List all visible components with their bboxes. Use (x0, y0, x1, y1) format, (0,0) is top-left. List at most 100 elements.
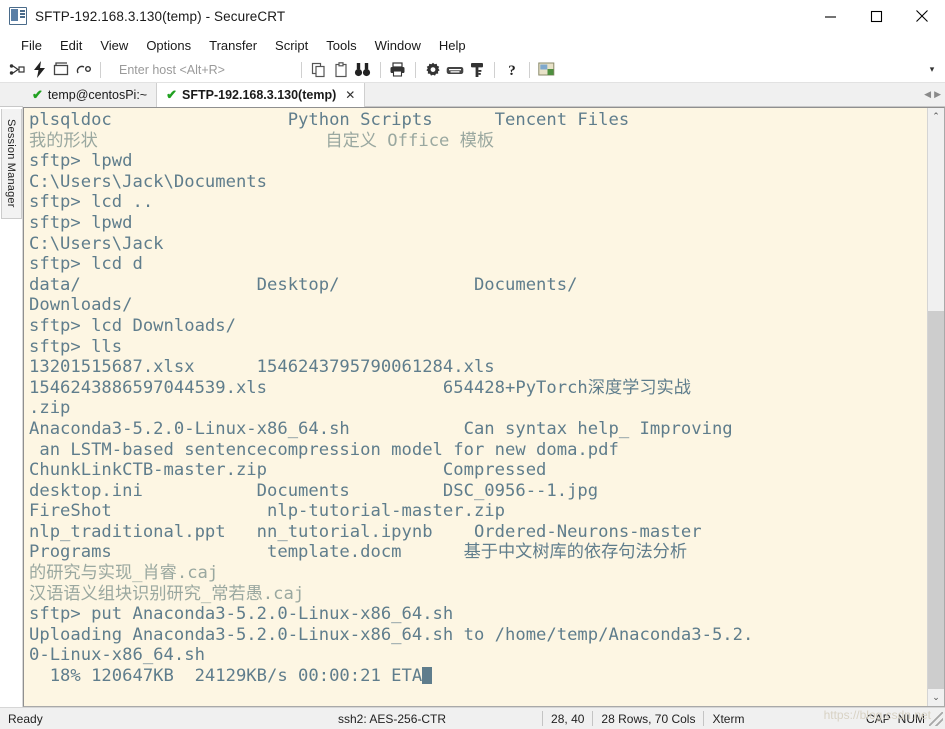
connect-in-tab-icon[interactable] (50, 59, 72, 81)
menu-options[interactable]: Options (137, 36, 200, 55)
securecrt-app-icon (9, 7, 27, 25)
terminal-line: 汉语语义组块识别研究_常若愚.caj (29, 583, 305, 604)
terminal-line: plsqldoc Python Scripts Tencent Files (29, 110, 630, 130)
menu-file[interactable]: File (12, 36, 51, 55)
reconnect-icon[interactable] (72, 59, 94, 81)
tab-next-icon[interactable]: ▶ (934, 89, 941, 100)
scrollbar-thumb[interactable] (928, 311, 944, 689)
scroll-down-icon[interactable]: ⌄ (928, 689, 944, 706)
terminal-line: C:\Users\Jack (29, 233, 164, 254)
terminal-line: 13201515687.xlsx 1546243795790061284.xls (29, 357, 495, 378)
window-title: SFTP-192.168.3.130(temp) - SecureCRT (35, 8, 286, 24)
terminal-line: ChunkLinkCTB-master.zip Compressed (29, 460, 547, 481)
tab-close-icon[interactable]: ✕ (345, 88, 355, 102)
tab-prev-icon[interactable]: ◀ (924, 89, 931, 100)
close-button[interactable] (899, 0, 945, 33)
status-cursor-position: 28, 40 (551, 711, 585, 726)
menu-view[interactable]: View (91, 36, 137, 55)
scrollbar-track[interactable] (928, 125, 944, 689)
terminal-scrollbar[interactable]: ⌃ ⌄ (927, 108, 944, 706)
tab-connected-icon: ✔ (32, 87, 43, 102)
menu-tools[interactable]: Tools (317, 36, 365, 55)
tab-connected-icon: ✔ (166, 87, 178, 102)
menu-edit[interactable]: Edit (51, 36, 91, 55)
terminal-line: 1546243886597044539.xls 654428+PyTorch深度… (29, 377, 691, 398)
status-bar: Ready ssh2: AES-256-CTR 28, 40 28 Rows, … (0, 707, 945, 729)
key-icon[interactable] (466, 59, 488, 81)
terminal-line: 我的形状 自定义 Office 模板 (29, 130, 495, 151)
terminal-line: Programs template.docm 基于中文树库的依存句法分析 (29, 542, 688, 563)
help-icon[interactable]: ? (501, 59, 523, 81)
tab-bar: ✔ temp@centosPi:~ ✔ SFTP-192.168.3.130(t… (0, 83, 945, 107)
terminal-line: sftp> lcd d (29, 254, 143, 275)
menu-window[interactable]: Window (366, 36, 430, 55)
terminal-line: sftp> put Anaconda3-5.2.0-Linux-x86_64.s… (29, 604, 454, 625)
resize-grip-icon[interactable] (929, 711, 943, 726)
toolbar-overflow-button[interactable]: ▾ (925, 64, 939, 75)
status-cipher: ssh2: AES-256-CTR (338, 711, 447, 726)
print-icon[interactable] (387, 59, 409, 81)
tab-label: SFTP-192.168.3.130(temp) (182, 88, 337, 102)
terminal-line: sftp> lcd .. (29, 192, 154, 213)
terminal-line: sftp> lpwd (29, 151, 133, 172)
terminal-line: an LSTM-based sentencecompression model … (29, 439, 619, 460)
main-body: Session Manager plsqldoc Python Scripts … (0, 107, 945, 707)
terminal-line: 的研究与实现_肖睿.caj (29, 563, 219, 584)
securecrt-window: SFTP-192.168.3.130(temp) - SecureCRT Fil… (0, 0, 945, 729)
quick-connect-icon[interactable] (28, 59, 50, 81)
status-ready: Ready (8, 711, 43, 726)
menu-help[interactable]: Help (430, 36, 475, 55)
transfer-progress-text: 18% 120647KB 24129KB/s 00:00:21 ETA (29, 666, 423, 687)
terminal-line: .zip (29, 398, 71, 419)
menu-script[interactable]: Script (266, 36, 317, 55)
session-options-icon[interactable] (536, 59, 558, 81)
terminal-line: 0-Linux-x86_64.sh (29, 645, 205, 666)
session-manager-sidebar[interactable]: Session Manager (0, 107, 23, 707)
connect-icon[interactable] (6, 59, 28, 81)
terminal-line: FireShot nlp-tutorial-master.zip (29, 501, 505, 522)
tab-temp-centospi[interactable]: ✔ temp@centosPi:~ (23, 83, 158, 107)
paste-icon[interactable] (330, 59, 352, 81)
session-manager-tab[interactable]: Session Manager (0, 109, 22, 219)
tab-label: temp@centosPi:~ (47, 88, 148, 102)
minimize-button[interactable] (807, 0, 853, 33)
tab-nav-controls: ◀ ▶ (924, 83, 945, 106)
menu-bar: File Edit View Options Transfer Script T… (0, 33, 945, 57)
toolbar: Enter host <Alt+R> ? ▾ (0, 57, 945, 83)
terminal-line: Downloads/ (29, 295, 133, 316)
host-input[interactable]: Enter host <Alt+R> (115, 61, 229, 79)
copy-icon[interactable] (308, 59, 330, 81)
terminal-line: nlp_traditional.ppt nn_tutorial.ipynb Or… (29, 521, 702, 542)
session-manager-label: Session Manager (5, 119, 17, 208)
status-cap-indicator: CAP (865, 711, 891, 726)
maximize-button[interactable] (853, 0, 899, 33)
terminal-line: C:\Users\Jack\Documents (29, 171, 267, 192)
title-bar: SFTP-192.168.3.130(temp) - SecureCRT (0, 0, 945, 33)
menu-transfer[interactable]: Transfer (200, 36, 266, 55)
window-controls (807, 0, 945, 33)
toolbar-separator (414, 61, 416, 78)
tab-sftp-session[interactable]: ✔ SFTP-192.168.3.130(temp) ✕ (157, 83, 366, 107)
terminal-line: Anaconda3-5.2.0-Linux-x86_64.sh Can synt… (29, 418, 733, 439)
status-emulation: Xterm (712, 711, 745, 726)
toolbar-separator (300, 61, 302, 78)
toolbar-separator (528, 61, 530, 78)
svg-text:?: ? (508, 63, 516, 78)
terminal-cursor (422, 667, 433, 685)
terminal-line: sftp> lcd Downloads/ (29, 315, 236, 336)
toolbar-separator (379, 61, 381, 78)
terminal-output[interactable]: plsqldoc Python Scripts Tencent Files 我的形… (24, 108, 927, 706)
keyboard-icon[interactable] (444, 59, 466, 81)
status-dimensions: 28 Rows, 70 Cols (601, 711, 696, 726)
terminal-pane: plsqldoc Python Scripts Tencent Files 我的形… (23, 107, 945, 707)
find-icon[interactable] (352, 59, 374, 81)
gear-icon[interactable] (422, 59, 444, 81)
scroll-up-icon[interactable]: ⌃ (928, 108, 944, 125)
transfer-progress-line: 18% 120647KB 24129KB/s 00:00:21 ETA (29, 666, 927, 687)
terminal-line: desktop.ini Documents DSC_0956--1.jpg (29, 480, 599, 501)
terminal-line: data/ Desktop/ Documents/ (29, 274, 578, 295)
status-right-group: CAP NUM (863, 708, 945, 729)
toolbar-separator (100, 61, 101, 78)
terminal-line: sftp> lpwd (29, 212, 133, 233)
terminal-line: Uploading Anaconda3-5.2.0-Linux-x86_64.s… (29, 624, 754, 645)
